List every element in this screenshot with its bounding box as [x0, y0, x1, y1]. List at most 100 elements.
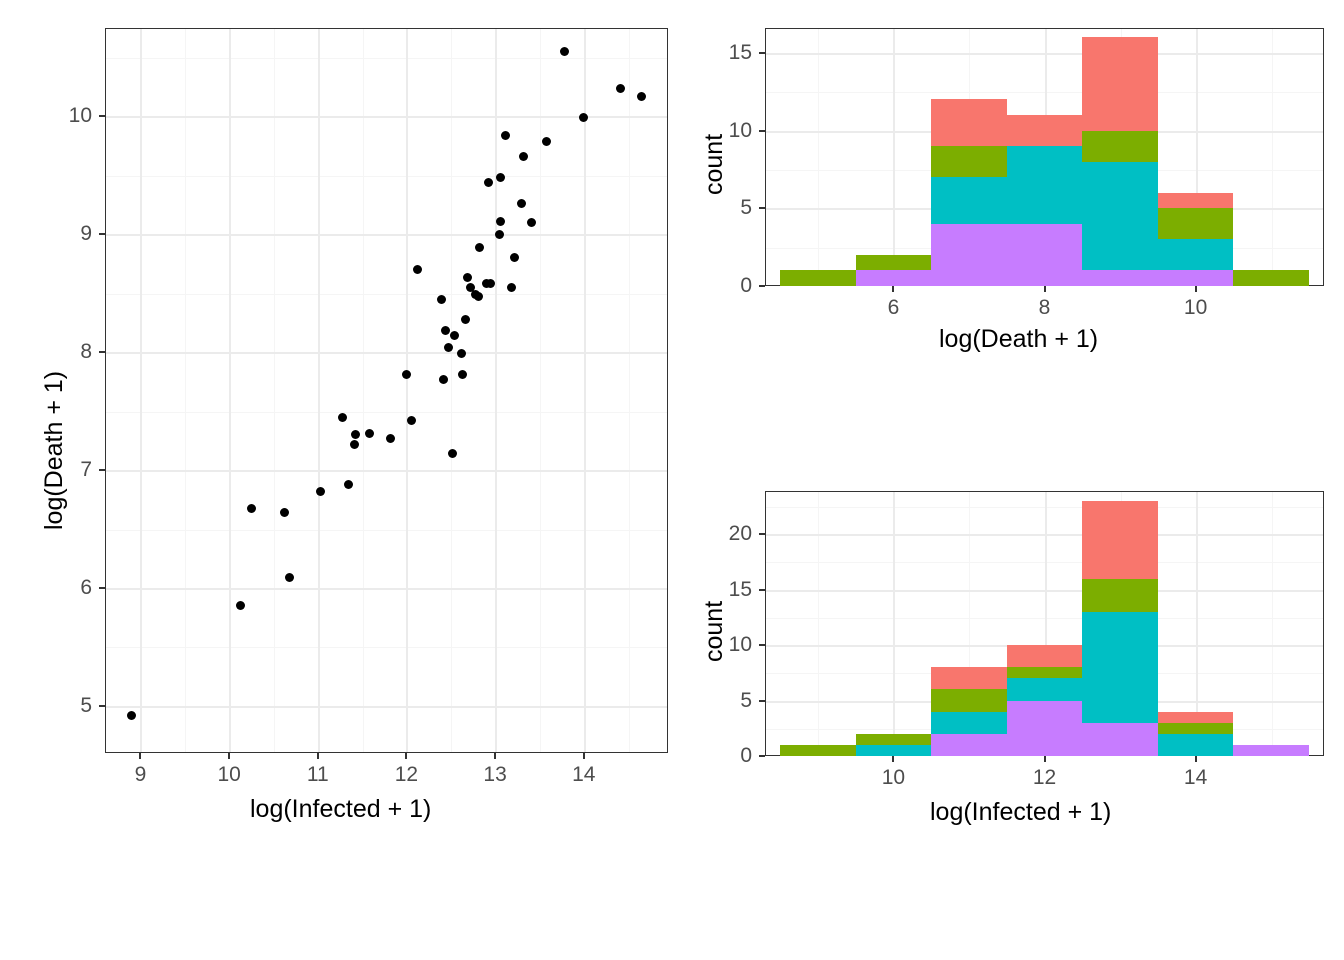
- histogram-bar-segment: [1157, 239, 1234, 271]
- y-axis-tick: [759, 533, 765, 536]
- x-axis-tick: [1043, 286, 1046, 292]
- y-axis-tick: [99, 469, 105, 472]
- y-axis-tick-label: 9: [80, 222, 92, 246]
- histogram-bar-segment: [931, 711, 1007, 734]
- x-axis-tick: [1194, 756, 1197, 762]
- x-axis-tick: [892, 286, 895, 292]
- x-axis-tick: [228, 753, 231, 759]
- scatter-point: [127, 710, 137, 720]
- scatter-point: [542, 136, 552, 146]
- grid-minor-x: [818, 492, 820, 755]
- grid-minor-x: [1271, 29, 1273, 285]
- y-axis-tick: [99, 586, 105, 589]
- grid-major-x: [583, 29, 586, 752]
- scatter-point: [456, 348, 466, 358]
- grid-major-x: [893, 29, 896, 285]
- scatter-x-axis-title: log(Infected + 1): [250, 795, 432, 823]
- y-axis-tick-label: 20: [728, 522, 752, 546]
- histogram-bar-segment: [1233, 744, 1309, 756]
- infected-histogram-y-axis-title: count: [700, 600, 728, 662]
- histogram-bar-segment: [1157, 192, 1234, 209]
- x-axis-tick-label: 12: [1032, 766, 1057, 789]
- x-axis-tick: [494, 753, 497, 759]
- scatter-point: [437, 294, 447, 304]
- scatter-plot-panel: 9 10 11 12 13 14 5 6 7 8 9 10 log(Infected + 1) log…: [0, 0, 672, 960]
- histogram-bar-segment: [855, 744, 932, 756]
- histogram-bar-segment: [1006, 223, 1083, 286]
- grid-major-y: [766, 52, 1323, 55]
- histogram-bar-segment: [1006, 115, 1083, 147]
- grid-major-x: [893, 492, 896, 755]
- y-axis-tick: [99, 704, 105, 707]
- scatter-point: [506, 282, 516, 292]
- histogram-bar-segment: [1006, 700, 1083, 756]
- y-axis-tick: [759, 588, 765, 591]
- histogram-bar-segment: [931, 146, 1007, 178]
- histogram-bar-segment: [780, 270, 856, 286]
- y-axis-tick-label: 15: [728, 40, 752, 64]
- scatter-point: [315, 486, 325, 496]
- x-axis-tick-label: 9: [134, 763, 147, 786]
- y-axis-tick: [99, 351, 105, 354]
- grid-minor-x: [628, 29, 630, 752]
- grid-major-y: [106, 234, 667, 237]
- y-axis-tick: [99, 233, 105, 236]
- x-axis-tick-label: 14: [572, 763, 596, 786]
- scatter-point: [495, 216, 505, 226]
- death-histogram-x-axis-title: log(Death + 1): [939, 325, 1099, 353]
- scatter-plot-area: [105, 28, 668, 753]
- y-axis-tick-label: 5: [80, 693, 92, 717]
- death-histogram-panel: 6810051015 log(Death + 1) count Region M…: [672, 0, 1344, 470]
- y-axis-tick-label: 5: [740, 196, 752, 220]
- infected-histogram-x-axis-title: log(Infected + 1): [930, 798, 1112, 826]
- histogram-bar-segment: [1082, 37, 1158, 131]
- histogram-bar-segment: [1157, 270, 1234, 286]
- x-axis-tick-label: 10: [1183, 296, 1208, 319]
- histogram-bar-segment: [931, 223, 1007, 286]
- y-axis-tick: [99, 115, 105, 118]
- x-axis-tick-label: 8: [1038, 296, 1051, 319]
- x-axis-tick: [405, 753, 408, 759]
- histogram-bar-segment: [1006, 645, 1083, 668]
- scatter-point: [443, 342, 453, 352]
- y-axis-tick: [759, 129, 765, 132]
- x-axis-tick-label: 12: [394, 763, 419, 786]
- histogram-bar-segment: [1082, 722, 1158, 756]
- histogram-bar-segment: [1157, 722, 1234, 734]
- histogram-bar-segment: [1082, 611, 1158, 723]
- grid-major-y: [106, 470, 667, 473]
- scatter-point: [284, 572, 294, 582]
- scatter-point: [636, 91, 646, 101]
- y-axis-tick-label: 0: [740, 274, 752, 297]
- grid-major-x: [317, 29, 320, 752]
- scatter-y-axis-title: log(Death + 1): [40, 370, 68, 530]
- grid-major-x: [229, 29, 232, 752]
- grid-minor-x: [185, 29, 187, 752]
- y-axis-tick-label: 7: [80, 458, 92, 482]
- histogram-bar-segment: [1082, 161, 1158, 271]
- death-histogram-y-axis-title: count: [700, 133, 728, 195]
- infected-histogram-panel: 10121405101520 log(Infected + 1) count R…: [672, 470, 1344, 960]
- histogram-bar-segment: [1082, 130, 1158, 162]
- scatter-point: [439, 374, 449, 384]
- y-axis-tick-label: 8: [80, 340, 92, 364]
- x-axis-tick: [892, 756, 895, 762]
- histogram-bar-segment: [855, 733, 932, 745]
- y-axis-tick-label: 10: [728, 633, 752, 657]
- y-axis-tick: [759, 644, 765, 647]
- histogram-bar-segment: [931, 667, 1007, 690]
- y-axis-tick: [759, 207, 765, 210]
- x-axis-tick-label: 6: [887, 296, 900, 319]
- y-axis-tick-label: 5: [740, 688, 752, 712]
- histogram-bar-segment: [855, 254, 932, 271]
- histogram-bar-segment: [1233, 270, 1309, 286]
- grid-minor-x: [539, 29, 541, 752]
- grid-major-y: [766, 589, 1323, 592]
- grid-minor-x: [818, 29, 820, 285]
- grid-major-y: [106, 587, 667, 590]
- y-axis-tick-label: 10: [68, 104, 92, 128]
- histogram-bar-segment: [931, 689, 1007, 712]
- grid-major-x: [495, 29, 498, 752]
- scatter-point: [526, 218, 536, 227]
- histogram-bar-segment: [1006, 146, 1083, 224]
